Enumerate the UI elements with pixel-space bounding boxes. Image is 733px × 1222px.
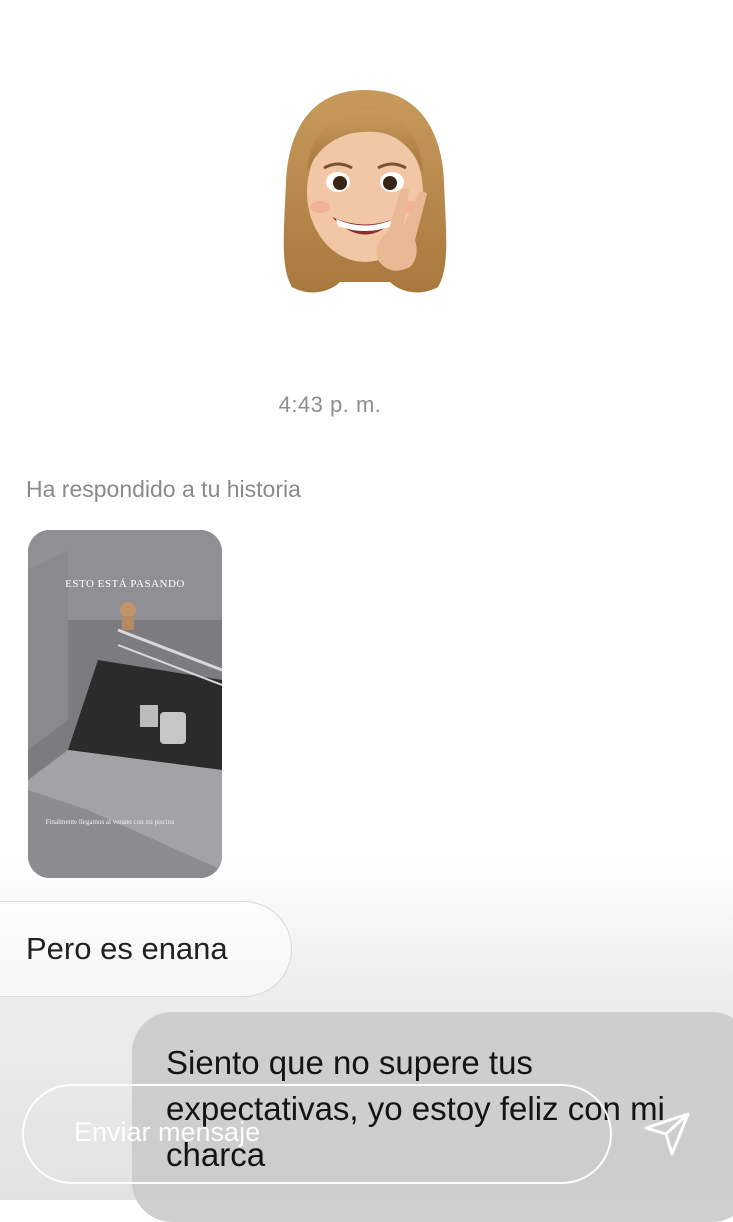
message-composer[interactable]: [22, 1084, 612, 1184]
story-reply-note: Ha respondido a tu historia: [26, 476, 301, 502]
story-overlay-caption: Finalmente llegamos al verano con mi pis…: [45, 818, 175, 826]
story-overlay-title: ESTO ESTÁ PASANDO: [65, 578, 185, 590]
message-input[interactable]: [72, 1116, 496, 1149]
received-message-bubble: Pero es enana: [0, 901, 292, 997]
memoji-sticker-icon: [283, 90, 447, 293]
message-timestamp: 4:43 p. m.: [278, 392, 382, 417]
send-arrow-icon[interactable]: [642, 1108, 692, 1158]
received-message-text: Pero es enana: [26, 931, 228, 966]
